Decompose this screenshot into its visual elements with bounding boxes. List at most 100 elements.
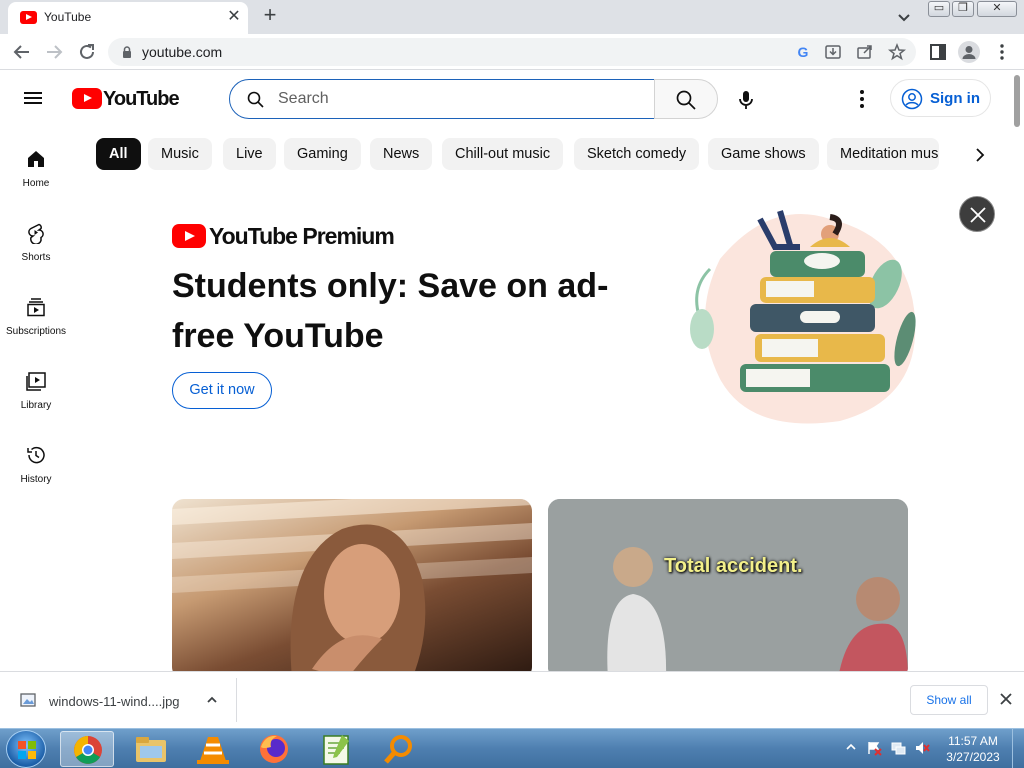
page-scrollbar[interactable] [1011, 71, 1024, 671]
hamburger-menu-icon[interactable] [24, 89, 48, 109]
thumbnail-image [172, 499, 532, 671]
dismiss-promo-button[interactable] [959, 196, 995, 232]
more-options-icon[interactable] [852, 88, 872, 110]
video-caption-text: Total accident. [664, 555, 803, 577]
search-input[interactable] [278, 88, 638, 110]
taskbar-file-explorer[interactable] [124, 731, 178, 767]
chip-music[interactable]: Music [148, 138, 212, 170]
file-explorer-icon [136, 737, 166, 762]
show-hidden-icons-icon[interactable] [846, 742, 856, 752]
close-icon[interactable] [998, 691, 1014, 707]
browser-toolbar: youtube.com G [0, 34, 1024, 70]
forward-arrow-icon[interactable] [42, 40, 66, 64]
video-thumbnail[interactable]: Total accident. [548, 499, 908, 671]
chip-meditation-music[interactable]: Meditation mus [827, 138, 939, 170]
youtube-logo-text: YouTube [103, 88, 180, 110]
chip-game-shows[interactable]: Game shows [708, 138, 819, 170]
guide-subscriptions[interactable]: Subscriptions [0, 296, 72, 356]
network-icon[interactable] [890, 740, 906, 756]
search-magnifier-icon [384, 735, 412, 764]
show-all-button[interactable]: Show all [910, 685, 988, 715]
youtube-favicon-icon [20, 11, 37, 24]
close-icon [970, 207, 986, 223]
windows-taskbar: 11:57 AM 3/27/2023 [0, 728, 1024, 768]
subscriptions-icon [27, 298, 45, 317]
back-arrow-icon[interactable] [10, 40, 34, 64]
profile-icon[interactable] [958, 41, 980, 63]
history-icon [27, 446, 45, 464]
sign-in-label: Sign in [930, 90, 980, 107]
download-shelf: windows-11-wind....jpg Show all [0, 671, 1024, 728]
home-icon [28, 151, 44, 167]
clock-date[interactable]: 3/27/2023 [938, 750, 1008, 764]
account-circle-icon [901, 88, 923, 110]
video-thumbnail[interactable] [172, 499, 532, 671]
browser-tab-strip: YouTube ✕ + ▭ ❐ ✕ [0, 0, 1024, 34]
sign-in-button[interactable]: Sign in [890, 79, 991, 117]
vlc-icon [197, 737, 229, 764]
download-filename[interactable]: windows-11-wind....jpg [49, 694, 180, 709]
taskbar-firefox[interactable] [247, 731, 301, 767]
search-box[interactable] [229, 79, 655, 119]
guide-subscriptions-label: Subscriptions [5, 326, 67, 337]
notepad-plus-plus-icon [323, 735, 349, 765]
get-it-now-button[interactable]: Get it now [172, 372, 272, 409]
firefox-icon [260, 735, 288, 763]
install-icon[interactable] [823, 42, 843, 62]
chevron-up-icon[interactable] [204, 692, 220, 708]
thumbnail-image [548, 499, 908, 671]
guide-home-label: Home [22, 178, 50, 189]
chrome-icon [74, 736, 102, 764]
start-button[interactable] [6, 730, 46, 768]
star-icon[interactable] [887, 42, 907, 62]
youtube-play-logo-icon [172, 224, 206, 248]
guide-library-label: Library [20, 400, 52, 411]
taskbar-vlc[interactable] [186, 731, 240, 767]
address-bar[interactable]: youtube.com G [108, 38, 916, 66]
youtube-page: YouTube Sign in All Music Live Gaming Ne… [0, 71, 1024, 671]
window-maximize-button[interactable]: ❐ [952, 1, 974, 17]
tab-search-chevron-icon[interactable] [894, 7, 914, 27]
guide-home[interactable]: Home [0, 148, 72, 208]
chevron-right-icon[interactable] [968, 143, 992, 167]
window-minimize-button[interactable]: ▭ [928, 1, 950, 17]
shorts-icon [28, 223, 44, 244]
guide-shorts-label: Shorts [21, 252, 51, 263]
browser-tab[interactable]: YouTube ✕ [8, 2, 248, 34]
chip-all[interactable]: All [96, 138, 141, 170]
clock-time[interactable]: 11:57 AM [938, 734, 1008, 748]
scrollbar-thumb[interactable] [1014, 75, 1020, 127]
taskbar-search-app[interactable] [371, 731, 425, 767]
microphone-icon[interactable] [733, 87, 759, 113]
window-close-button[interactable]: ✕ [977, 1, 1017, 17]
search-button[interactable] [654, 79, 718, 119]
guide-library[interactable]: Library [0, 370, 72, 430]
search-icon [676, 90, 696, 110]
guide-shorts[interactable]: Shorts [0, 222, 72, 282]
chip-chill-out-music[interactable]: Chill-out music [442, 138, 564, 170]
kebab-menu-icon[interactable] [994, 42, 1010, 62]
search-icon [247, 91, 264, 108]
volume-muted-icon[interactable] [914, 740, 930, 756]
books-illustration [690, 210, 916, 424]
url-text[interactable]: youtube.com [142, 44, 222, 60]
windows-logo-icon [18, 741, 36, 759]
taskbar-chrome[interactable] [60, 731, 114, 767]
side-panel-icon[interactable] [928, 42, 948, 62]
taskbar-notepad-plus-plus[interactable] [309, 731, 363, 767]
tab-close-icon[interactable]: ✕ [224, 7, 244, 27]
google-icon[interactable]: G [793, 42, 813, 62]
lock-icon[interactable] [120, 45, 134, 59]
show-desktop-button[interactable] [1012, 729, 1024, 768]
guide-history[interactable]: History [0, 444, 72, 504]
action-center-icon[interactable] [866, 740, 882, 756]
new-tab-button[interactable]: + [258, 4, 282, 28]
chip-news[interactable]: News [370, 138, 433, 170]
share-icon[interactable] [855, 42, 875, 62]
premium-logo-text: YouTube Premium [209, 223, 395, 249]
chip-live[interactable]: Live [223, 138, 276, 170]
library-icon [26, 372, 46, 391]
chip-sketch-comedy[interactable]: Sketch comedy [574, 138, 700, 170]
chip-gaming[interactable]: Gaming [284, 138, 361, 170]
reload-icon[interactable] [75, 40, 99, 64]
